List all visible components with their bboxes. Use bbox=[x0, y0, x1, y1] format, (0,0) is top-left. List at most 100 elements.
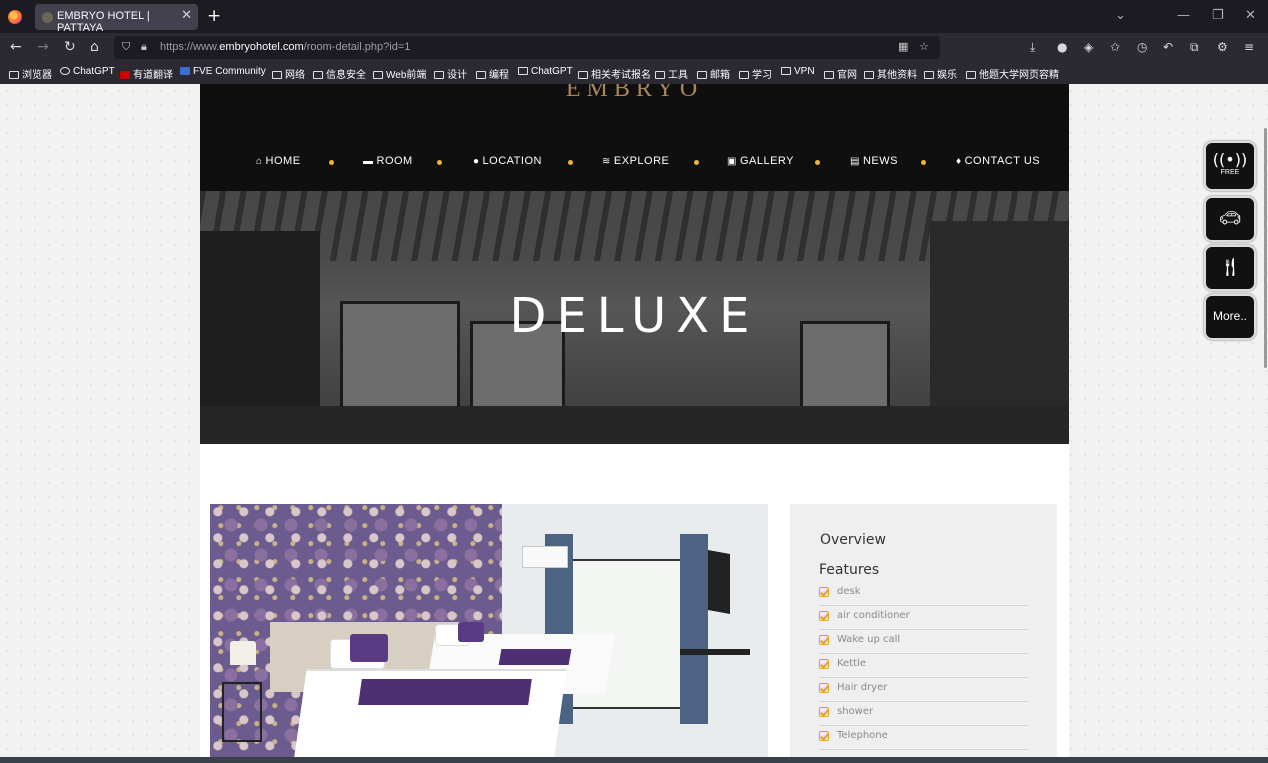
check-square-icon bbox=[819, 635, 829, 645]
feature-item: Telephone bbox=[819, 726, 1028, 750]
url-text[interactable]: https://www.embryohotel.com/room-detail.… bbox=[160, 41, 410, 53]
new-tab-icon[interactable]: + bbox=[207, 6, 221, 26]
folder-icon bbox=[476, 71, 486, 79]
page-scrollbar[interactable] bbox=[1264, 128, 1267, 368]
newspaper-icon: ▤ bbox=[850, 156, 860, 167]
bookmark-item[interactable]: 信息安全 bbox=[313, 66, 366, 81]
bookmark-item[interactable]: 娱乐 bbox=[924, 66, 957, 81]
check-square-icon bbox=[819, 707, 829, 717]
home-browser-icon[interactable]: ⌂ bbox=[90, 39, 99, 55]
menu-separator-dot bbox=[815, 160, 820, 165]
bookmark-item[interactable]: VPN bbox=[781, 66, 815, 77]
bookmark-item[interactable]: 他题大学网页容精 bbox=[966, 66, 1059, 81]
extension-avatar-icon[interactable]: ● bbox=[1057, 40, 1067, 54]
browser-tab[interactable]: EMBRYO HOTEL | PATTAYA ✕ bbox=[35, 4, 198, 34]
lock-icon[interactable]: 🔒︎ bbox=[141, 40, 147, 54]
history-icon[interactable]: ◷ bbox=[1137, 40, 1147, 54]
bookmark-item[interactable]: ChatGPT bbox=[60, 66, 115, 77]
more-button[interactable]: More.. bbox=[1204, 294, 1256, 340]
firefox-icon bbox=[8, 10, 22, 24]
fve-icon bbox=[180, 67, 190, 75]
forward-icon[interactable]: → bbox=[37, 39, 49, 55]
car-button[interactable]: 🚗︎ bbox=[1204, 196, 1256, 242]
restore-icon[interactable]: ❐ bbox=[1212, 8, 1224, 23]
folder-icon bbox=[697, 71, 707, 79]
folder-icon bbox=[864, 71, 874, 79]
free-wifi-button[interactable]: ((•)) FREE bbox=[1204, 141, 1256, 191]
bookmark-item[interactable]: 网络 bbox=[272, 66, 305, 81]
folder-icon bbox=[272, 71, 282, 79]
tab-list-icon[interactable]: ⌄ bbox=[1115, 8, 1126, 23]
menu-item-explore[interactable]: ≋ EXPLORE bbox=[602, 155, 669, 167]
check-square-icon bbox=[819, 731, 829, 741]
back-icon[interactable]: ← bbox=[10, 39, 22, 55]
tab-title: EMBRYO HOTEL | PATTAYA bbox=[57, 10, 150, 34]
feature-item: Kettle bbox=[819, 654, 1028, 678]
bookmark-item[interactable]: Web前端 bbox=[373, 66, 426, 81]
hero-banner: DELUXE bbox=[200, 191, 1069, 444]
check-square-icon bbox=[819, 611, 829, 621]
minimize-icon[interactable]: — bbox=[1177, 8, 1190, 23]
chatgpt-icon bbox=[60, 67, 70, 75]
menu-hamburger-icon[interactable]: ≡ bbox=[1244, 40, 1254, 54]
folder-icon bbox=[824, 71, 834, 79]
more-label: More.. bbox=[1212, 309, 1247, 323]
close-window-icon[interactable]: ✕ bbox=[1245, 8, 1256, 23]
bookmark-item[interactable]: 学习 bbox=[739, 66, 772, 81]
address-bar[interactable]: ⛉ 🔒︎ https://www.embryohotel.com/room-de… bbox=[114, 36, 940, 59]
bookmark-item[interactable]: 浏览器 bbox=[9, 66, 52, 81]
folder-icon bbox=[313, 71, 323, 79]
bookmarks-bar: 浏览器 ChatGPT 有道翻译 FVE Community 网络 信息安全 W… bbox=[0, 62, 1268, 84]
menu-item-contact[interactable]: ♦ CONTACT US bbox=[956, 155, 1040, 167]
extensions-icon[interactable]: ⧉ bbox=[1190, 40, 1199, 54]
menu-item-location[interactable]: ● LOCATION bbox=[473, 155, 542, 167]
menu-item-gallery[interactable]: ▣ GALLERY bbox=[727, 155, 794, 167]
settings-gear-icon[interactable]: ⚙ bbox=[1217, 40, 1228, 54]
hero-floor bbox=[200, 406, 1069, 444]
folder-icon bbox=[373, 71, 383, 79]
menu-item-news[interactable]: ▤ NEWS bbox=[850, 155, 898, 167]
menu-separator-dot bbox=[568, 160, 573, 165]
content-container: EMBRYO ⌂ HOME ▬ ROOM ● LOCATION ≋ EXPLORE ▣ G… bbox=[200, 84, 1069, 763]
restaurant-button[interactable]: 🍴︎ bbox=[1204, 245, 1256, 291]
folder-icon bbox=[9, 71, 19, 79]
check-square-icon bbox=[819, 587, 829, 597]
folder-icon bbox=[739, 71, 749, 79]
browser-tab-bar: EMBRYO HOTEL | PATTAYA ✕ + ⌄ — ❐ ✕ bbox=[0, 0, 1268, 34]
main-menu: ⌂ HOME ▬ ROOM ● LOCATION ≋ EXPLORE ▣ GALLERY … bbox=[256, 155, 1056, 171]
feature-item: Hair dryer bbox=[819, 678, 1028, 702]
bookmark-item[interactable]: 设计 bbox=[434, 66, 467, 81]
menu-item-home[interactable]: ⌂ HOME bbox=[256, 155, 301, 167]
page-viewport: EMBRYO ⌂ HOME ▬ ROOM ● LOCATION ≋ EXPLORE ▣ G… bbox=[0, 84, 1268, 763]
bookmarks-icon[interactable]: ✩ bbox=[1110, 40, 1120, 54]
feature-item: shower bbox=[819, 702, 1028, 726]
image-icon: ▣ bbox=[727, 156, 737, 167]
map-marker-icon: ♦ bbox=[956, 156, 962, 167]
site-logo[interactable]: EMBRYO bbox=[200, 84, 1069, 103]
folder-icon bbox=[924, 71, 934, 79]
site-favicon-icon bbox=[42, 12, 53, 23]
bookmark-item[interactable]: 工具 bbox=[655, 66, 688, 81]
bookmark-star-icon[interactable]: ☆ bbox=[919, 40, 929, 53]
bookmark-item[interactable]: 有道翻译 bbox=[120, 66, 173, 81]
menu-item-room[interactable]: ▬ ROOM bbox=[363, 155, 413, 167]
shield-icon[interactable]: ⛉ bbox=[122, 40, 130, 54]
undo-icon[interactable]: ↶ bbox=[1163, 40, 1173, 54]
download-icon[interactable]: ⤓ bbox=[1030, 40, 1035, 54]
bookmark-item[interactable]: 官网 bbox=[824, 66, 857, 81]
close-tab-icon[interactable]: ✕ bbox=[181, 8, 192, 23]
bookmark-item[interactable]: 其他资料 bbox=[864, 66, 917, 81]
check-square-icon bbox=[819, 659, 829, 669]
room-info-panel: Overview Features desk air conditioner W… bbox=[790, 504, 1057, 763]
reload-icon[interactable]: ↻ bbox=[64, 39, 76, 55]
bookmark-item[interactable]: 相关考试报名 bbox=[578, 66, 651, 81]
room-photo bbox=[210, 504, 768, 763]
bookmark-item[interactable]: FVE Community bbox=[180, 66, 266, 77]
extension-badge-icon[interactable]: ◈ bbox=[1084, 40, 1093, 54]
qr-code-icon[interactable]: ▦ bbox=[898, 40, 908, 53]
menu-separator-dot bbox=[329, 160, 334, 165]
overview-heading[interactable]: Overview bbox=[820, 532, 886, 548]
bookmark-item[interactable]: 编程 bbox=[476, 66, 509, 81]
bookmark-item[interactable]: 邮箱 bbox=[697, 66, 730, 81]
bookmark-item[interactable]: ChatGPT bbox=[518, 66, 573, 77]
